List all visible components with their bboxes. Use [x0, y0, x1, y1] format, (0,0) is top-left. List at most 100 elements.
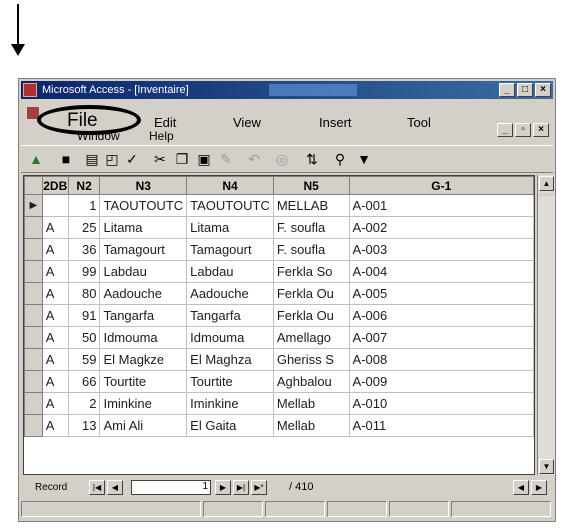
menu-help[interactable]: Help: [149, 130, 174, 142]
table-cell[interactable]: Ferkla So: [272, 260, 350, 283]
table-cell[interactable]: 13: [67, 414, 101, 437]
select-all-corner[interactable]: [24, 176, 43, 195]
table-cell[interactable]: Aghbalou: [272, 370, 350, 393]
table-row[interactable]: A 80 Aadouche Aadouche Ferkla Ou A-005: [24, 282, 534, 305]
maximize-icon[interactable]: □: [517, 83, 533, 97]
undo-icon[interactable]: ↶: [245, 150, 263, 168]
table-cell[interactable]: A: [41, 348, 69, 371]
table-cell[interactable]: A: [41, 392, 69, 415]
apply-filter-icon[interactable]: ▼: [355, 150, 373, 168]
table-cell[interactable]: Ami Ali: [99, 414, 188, 437]
table-row[interactable]: A 91 Tangarfa Tangarfa Ferkla Ou A-006: [24, 304, 534, 327]
table-cell[interactable]: [41, 194, 69, 217]
table-cell[interactable]: F. soufla: [272, 216, 350, 239]
table-row[interactable]: A 36 Tamagourt Tamagourt F. soufla A-003: [24, 238, 534, 261]
table-cell[interactable]: Amellago: [272, 326, 350, 349]
table-cell[interactable]: A: [41, 326, 69, 349]
record-selector[interactable]: [24, 370, 43, 393]
table-cell[interactable]: Labdau: [99, 260, 188, 283]
first-record-icon[interactable]: |◀: [89, 480, 105, 495]
menu-view[interactable]: View: [233, 115, 261, 130]
print-icon[interactable]: ▤: [83, 150, 101, 168]
table-cell[interactable]: Litama: [99, 216, 188, 239]
save-icon[interactable]: ■: [57, 150, 75, 168]
table-cell[interactable]: El Magkze: [99, 348, 188, 371]
print-preview-icon[interactable]: ◰: [103, 150, 121, 168]
h-scroll-right-icon[interactable]: ▶: [531, 480, 547, 495]
table-cell[interactable]: A: [41, 370, 69, 393]
title-bar[interactable]: Microsoft Access - [Inventaire] _ □ ×: [21, 81, 553, 99]
menu-window[interactable]: Window: [77, 130, 120, 142]
table-cell[interactable]: Tamagourt: [99, 238, 188, 261]
spelling-icon[interactable]: ✓: [123, 150, 141, 168]
cut-icon[interactable]: ✂: [151, 150, 169, 168]
next-record-icon[interactable]: ▶: [215, 480, 231, 495]
table-cell[interactable]: 36: [67, 238, 101, 261]
current-record-icon[interactable]: ▶: [24, 194, 43, 217]
table-cell[interactable]: A-003: [348, 238, 534, 261]
record-selector[interactable]: [24, 414, 43, 437]
view-icon[interactable]: ▲: [27, 150, 45, 168]
menu-edit[interactable]: Edit: [154, 115, 176, 130]
table-cell[interactable]: Iminkine: [99, 392, 188, 415]
table-cell[interactable]: Mellab: [272, 392, 350, 415]
menu-insert[interactable]: Insert: [319, 115, 352, 130]
table-cell[interactable]: Ferkla Ou: [272, 282, 350, 305]
table-cell[interactable]: Mellab: [272, 414, 350, 437]
table-cell[interactable]: A-004: [348, 260, 534, 283]
table-cell[interactable]: A-011: [348, 414, 534, 437]
scroll-thumb[interactable]: [539, 193, 554, 196]
menu-tool[interactable]: Tool: [407, 115, 431, 130]
table-cell[interactable]: A: [41, 216, 69, 239]
column-header[interactable]: N3: [99, 176, 188, 195]
access-app-icon[interactable]: [23, 83, 37, 97]
table-cell[interactable]: F. soufla: [272, 238, 350, 261]
table-cell[interactable]: 2: [67, 392, 101, 415]
table-cell[interactable]: A: [41, 238, 69, 261]
vertical-scrollbar[interactable]: ▲ ▼: [537, 175, 555, 475]
copy-icon[interactable]: ❐: [173, 150, 191, 168]
table-row[interactable]: A 25 Litama Litama F. soufla A-002: [24, 216, 534, 239]
table-row[interactable]: A 59 El Magkze El Maghza Gheriss S A-008: [24, 348, 534, 371]
column-header[interactable]: N4: [186, 176, 274, 195]
doc-minimize-icon[interactable]: _: [497, 123, 513, 137]
table-cell[interactable]: A-002: [348, 216, 534, 239]
record-selector[interactable]: [24, 238, 43, 261]
table-cell[interactable]: A: [41, 304, 69, 327]
paste-icon[interactable]: ▣: [195, 150, 213, 168]
table-cell[interactable]: Tourtite: [99, 370, 188, 393]
table-cell[interactable]: Idmouma: [186, 326, 274, 349]
table-cell[interactable]: A-009: [348, 370, 534, 393]
table-cell[interactable]: TAOUTOUTC: [99, 194, 188, 217]
doc-restore-icon[interactable]: ▫: [515, 123, 531, 137]
filter-icon[interactable]: ⚲: [331, 150, 349, 168]
table-row[interactable]: A 13 Ami Ali El Gaita Mellab A-011: [24, 414, 534, 437]
table-cell[interactable]: TAOUTOUTC: [186, 194, 274, 217]
record-selector[interactable]: [24, 282, 43, 305]
table-row[interactable]: A 2 Iminkine Iminkine Mellab A-010: [24, 392, 534, 415]
new-record-icon[interactable]: ▶*: [251, 480, 267, 495]
table-row[interactable]: A 99 Labdau Labdau Ferkla So A-004: [24, 260, 534, 283]
table-cell[interactable]: A: [41, 414, 69, 437]
scroll-down-icon[interactable]: ▼: [539, 459, 554, 474]
table-row[interactable]: ▶ 1 TAOUTOUTC TAOUTOUTC MELLAB A-001: [24, 194, 534, 217]
record-selector[interactable]: [24, 260, 43, 283]
table-cell[interactable]: 99: [67, 260, 101, 283]
table-cell[interactable]: Aadouche: [99, 282, 188, 305]
column-header[interactable]: N5: [272, 176, 350, 195]
sort-ascending-icon[interactable]: ⇅: [303, 150, 321, 168]
table-row[interactable]: A 66 Tourtite Tourtite Aghbalou A-009: [24, 370, 534, 393]
table-cell[interactable]: El Gaita: [186, 414, 274, 437]
record-selector[interactable]: [24, 304, 43, 327]
table-row[interactable]: A 50 Idmouma Idmouma Amellago A-007: [24, 326, 534, 349]
table-cell[interactable]: A-005: [348, 282, 534, 305]
table-cell[interactable]: Tamagourt: [186, 238, 274, 261]
web-icon[interactable]: ◎: [273, 150, 291, 168]
table-cell[interactable]: A-007: [348, 326, 534, 349]
table-cell[interactable]: Tourtite: [186, 370, 274, 393]
previous-record-icon[interactable]: ◀: [107, 480, 123, 495]
current-record-field[interactable]: 1: [131, 480, 211, 495]
record-selector[interactable]: [24, 392, 43, 415]
table-cell[interactable]: A: [41, 260, 69, 283]
table-cell[interactable]: Litama: [186, 216, 274, 239]
